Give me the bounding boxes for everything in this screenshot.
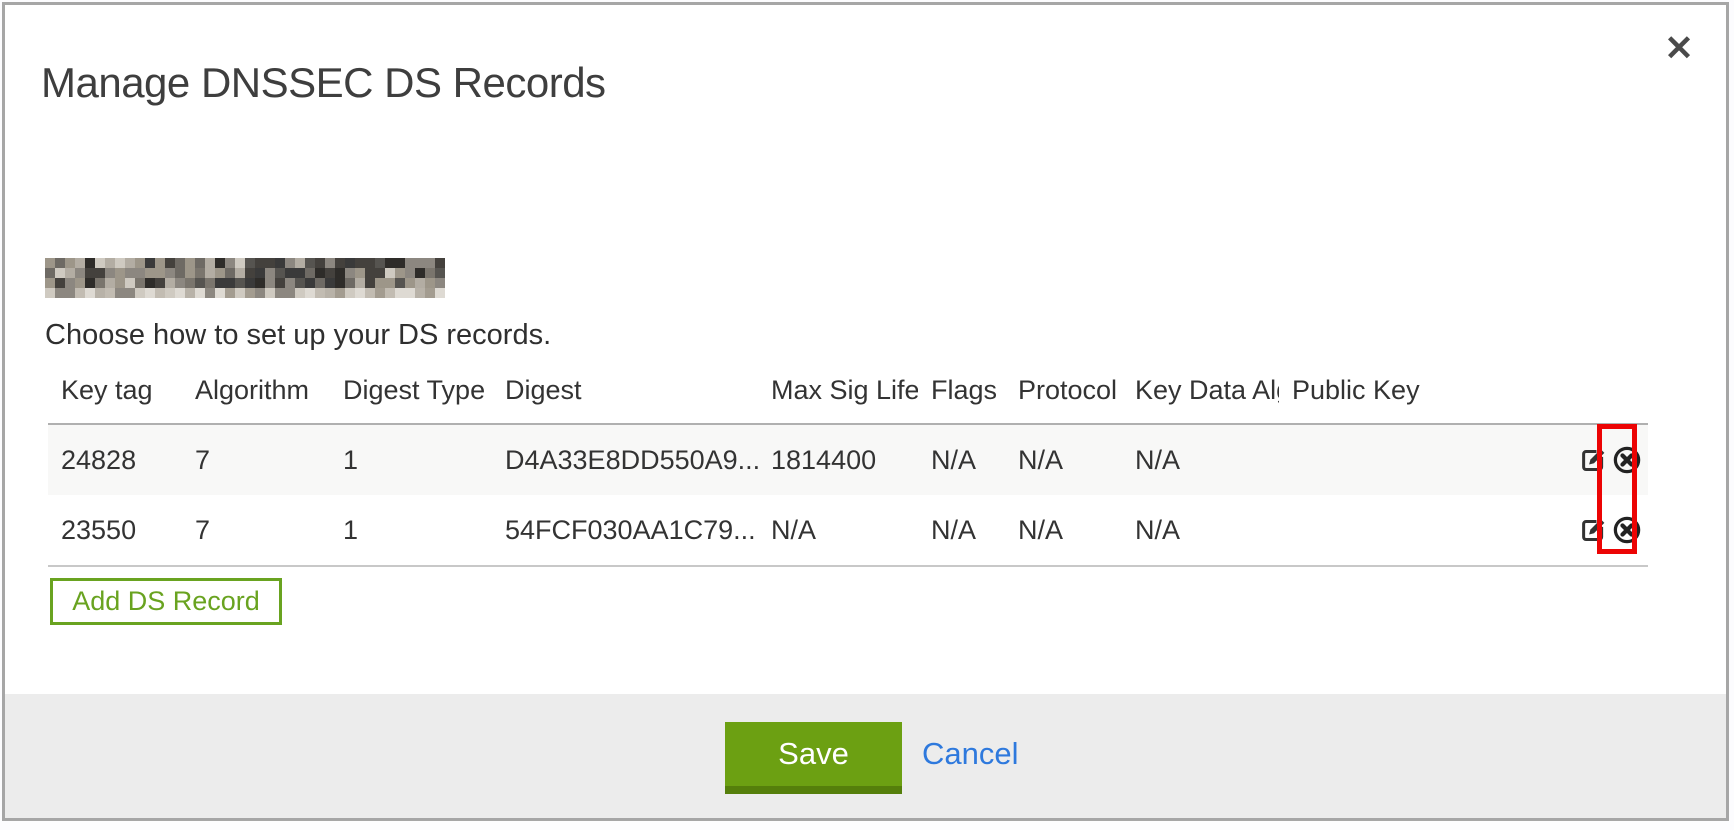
edit-pencil-square-icon — [1578, 515, 1608, 545]
cell-protocol: N/A — [1005, 424, 1122, 495]
add-ds-record-button[interactable]: Add DS Record — [50, 578, 282, 625]
cell-digest-type: 1 — [330, 424, 492, 495]
cell-flags: N/A — [918, 424, 1005, 495]
cell-algorithm: 7 — [182, 424, 330, 495]
cell-digest-type: 1 — [330, 495, 492, 566]
table-header-row: Key tag Algorithm Digest Type Digest Max… — [48, 357, 1648, 424]
cancel-link[interactable]: Cancel — [922, 722, 1019, 786]
column-header-digest: Digest — [492, 357, 758, 424]
page-title: Manage DNSSEC DS Records — [41, 59, 606, 107]
cell-key-tag: 23550 — [48, 495, 182, 566]
save-button[interactable]: Save — [725, 722, 902, 794]
edit-pencil-square-icon — [1578, 445, 1608, 475]
column-header-digest-type: Digest Type — [330, 357, 492, 424]
cell-digest: 54FCF030AA1C79... — [492, 495, 758, 566]
column-header-protocol: Protocol — [1005, 357, 1122, 424]
cell-key-data-alg: N/A — [1122, 424, 1279, 495]
table-row: 24828 7 1 D4A33E8DD550A9... 1814400 N/A … — [48, 424, 1648, 495]
row-actions — [1578, 445, 1648, 475]
column-header-public-key: Public Key — [1279, 357, 1565, 424]
column-header-algorithm: Algorithm — [182, 357, 330, 424]
cell-flags: N/A — [918, 495, 1005, 566]
column-header-key-tag: Key tag — [48, 357, 182, 424]
cell-key-data-alg: N/A — [1122, 495, 1279, 566]
table-row: 23550 7 1 54FCF030AA1C79... N/A N/A N/A … — [48, 495, 1648, 566]
cell-algorithm: 7 — [182, 495, 330, 566]
cell-max-sig-life: 1814400 — [758, 424, 918, 495]
delete-record-button[interactable] — [1612, 445, 1642, 475]
column-header-actions — [1565, 357, 1648, 424]
redacted-domain — [45, 258, 445, 298]
cell-protocol: N/A — [1005, 495, 1122, 566]
cell-max-sig-life: N/A — [758, 495, 918, 566]
instruction-text: Choose how to set up your DS records. — [45, 319, 551, 352]
dialog-footer: Save Cancel — [5, 694, 1726, 818]
cell-digest: D4A33E8DD550A9... — [492, 424, 758, 495]
cell-public-key — [1279, 495, 1565, 566]
close-x-icon: ✕ — [1664, 29, 1693, 69]
delete-record-button[interactable] — [1612, 515, 1642, 545]
column-header-flags: Flags — [918, 357, 1005, 424]
row-actions — [1578, 515, 1648, 545]
ds-records-table: Key tag Algorithm Digest Type Digest Max… — [48, 357, 1648, 567]
dnssec-dialog: Manage DNSSEC DS Records ✕ Choose how to… — [2, 2, 1729, 821]
edit-record-button[interactable] — [1578, 515, 1608, 545]
column-header-max-sig-life: Max Sig Life — [758, 357, 918, 424]
delete-x-circle-icon — [1612, 515, 1642, 545]
cell-key-tag: 24828 — [48, 424, 182, 495]
cell-public-key — [1279, 424, 1565, 495]
close-button[interactable]: ✕ — [1653, 23, 1705, 75]
edit-record-button[interactable] — [1578, 445, 1608, 475]
column-header-key-data-alg: Key Data Alg — [1122, 357, 1279, 424]
delete-x-circle-icon — [1612, 445, 1642, 475]
